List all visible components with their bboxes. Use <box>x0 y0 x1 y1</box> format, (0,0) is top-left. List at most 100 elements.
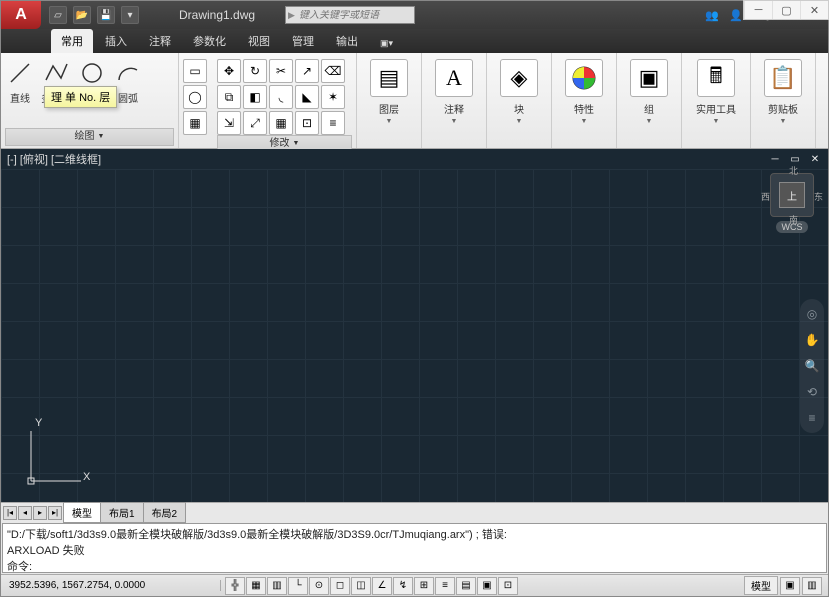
search-box[interactable]: ▶ <box>285 6 415 24</box>
ellipse-icon[interactable]: ◯ <box>183 85 207 109</box>
infocenter-icon[interactable]: 👥 <box>704 7 720 23</box>
layout-first-icon[interactable]: |◂ <box>3 506 17 520</box>
drawing-area[interactable]: [-] [俯视] [二维线框] ─ ▭ ✕ 上 北 南 东 西 WCS ◎ ✋ … <box>1 149 828 502</box>
nav-wheel-icon[interactable]: ◎ <box>803 305 821 323</box>
mirror-icon[interactable]: ◧ <box>243 85 267 109</box>
save-icon[interactable]: 💾 <box>97 6 115 24</box>
sb-grid-icon[interactable]: ▥ <box>267 577 287 595</box>
layout-last-icon[interactable]: ▸| <box>48 506 62 520</box>
nav-pan-icon[interactable]: ✋ <box>803 331 821 349</box>
ribbon-panel-group[interactable]: ▣ 组 ▼ <box>617 53 682 148</box>
line-icon[interactable] <box>5 59 35 87</box>
array-icon[interactable]: ▦ <box>269 111 293 135</box>
ribbon-panel-block[interactable]: ◈ 块 ▼ <box>487 53 552 148</box>
search-input[interactable] <box>295 10 414 21</box>
properties-icon[interactable] <box>565 59 603 97</box>
polyline-icon[interactable] <box>41 59 71 87</box>
tab-annotate[interactable]: 注释 <box>139 29 181 53</box>
scale-icon[interactable]: ⤢ <box>243 111 267 135</box>
arc-icon[interactable] <box>113 59 143 87</box>
annotate-dropdown-icon[interactable]: ▼ <box>451 118 458 125</box>
properties-dropdown-icon[interactable]: ▼ <box>581 118 588 125</box>
sb-infer-icon[interactable]: ╬ <box>225 577 245 595</box>
open-icon[interactable]: 📂 <box>73 6 91 24</box>
sb-ducs-icon[interactable]: ↯ <box>393 577 413 595</box>
hatch-icon[interactable]: ▦ <box>183 111 207 135</box>
tab-layout1[interactable]: 布局1 <box>100 502 144 523</box>
tab-manage[interactable]: 管理 <box>282 29 324 53</box>
minimize-button[interactable]: ─ <box>744 1 772 19</box>
group-icon[interactable]: ▣ <box>630 59 668 97</box>
layer-dropdown-icon[interactable]: ▼ <box>386 118 393 125</box>
stretch-icon[interactable]: ⇲ <box>217 111 241 135</box>
block-dropdown-icon[interactable]: ▼ <box>516 118 523 125</box>
nav-orbit-icon[interactable]: ⟲ <box>803 383 821 401</box>
sb-tpy-icon[interactable]: ▤ <box>456 577 476 595</box>
sb-quickview-icon[interactable]: ▣ <box>780 577 800 595</box>
erase-icon[interactable]: ⌫ <box>321 59 345 83</box>
rectangle-icon[interactable]: ▭ <box>183 59 207 83</box>
clipboard-dropdown-icon[interactable]: ▼ <box>780 118 787 125</box>
app-logo[interactable]: A <box>1 1 41 29</box>
sb-osnap-icon[interactable]: ◻ <box>330 577 350 595</box>
sb-polar-icon[interactable]: ⊙ <box>309 577 329 595</box>
sb-3dosnap-icon[interactable]: ◫ <box>351 577 371 595</box>
ribbon-panel-utilities[interactable]: 🖩 实用工具 ▼ <box>682 53 751 148</box>
extend-icon[interactable]: ↗ <box>295 59 319 83</box>
layout-next-icon[interactable]: ▸ <box>33 506 47 520</box>
explode-icon[interactable]: ✶ <box>321 85 345 109</box>
tab-view[interactable]: 视图 <box>238 29 280 53</box>
sb-dyn-icon[interactable]: ⊞ <box>414 577 434 595</box>
sb-qp-icon[interactable]: ▣ <box>477 577 497 595</box>
sb-quickview2-icon[interactable]: ▥ <box>802 577 822 595</box>
qat-more-icon[interactable]: ▾ <box>121 6 139 24</box>
viewport-label[interactable]: [-] [俯视] [二维线框] <box>7 151 768 167</box>
sb-otrack-icon[interactable]: ∠ <box>372 577 392 595</box>
ribbon-panel-clipboard[interactable]: 📋 剪贴板 ▼ <box>751 53 816 148</box>
tab-output[interactable]: 输出 <box>326 29 368 53</box>
trim-icon[interactable]: ✂ <box>269 59 293 83</box>
viewport-close-icon[interactable]: ✕ <box>808 152 822 166</box>
ribbon-panel-annotate[interactable]: A 注释 ▼ <box>422 53 487 148</box>
status-model-label[interactable]: 模型 <box>744 576 778 595</box>
tab-model[interactable]: 模型 <box>63 502 101 523</box>
utilities-icon[interactable]: 🖩 <box>697 59 735 97</box>
tab-extra-icon[interactable]: ▣▾ <box>370 34 403 53</box>
viewcube[interactable]: 上 北 南 东 西 <box>770 173 814 217</box>
sb-snap-icon[interactable]: ▦ <box>246 577 266 595</box>
close-button[interactable]: ✕ <box>800 1 828 19</box>
fillet-icon[interactable]: ◟ <box>269 85 293 109</box>
viewport-minimize-icon[interactable]: ─ <box>768 152 782 166</box>
command-line[interactable]: "D:/下载/soft1/3d3s9.0最新全模块破解版/3d3s9.0最新全模… <box>2 523 827 573</box>
align-icon[interactable]: ≡ <box>321 111 345 135</box>
offset-icon[interactable]: ⊡ <box>295 111 319 135</box>
tab-insert[interactable]: 插入 <box>95 29 137 53</box>
sb-ortho-icon[interactable]: └ <box>288 577 308 595</box>
layer-icon[interactable]: ▤ <box>370 59 408 97</box>
cmd-prompt[interactable]: 命令: <box>7 558 822 573</box>
maximize-button[interactable]: ▢ <box>772 1 800 19</box>
utilities-dropdown-icon[interactable]: ▼ <box>713 118 720 125</box>
clipboard-icon[interactable]: 📋 <box>764 59 802 97</box>
nav-showmotion-icon[interactable]: ≡ <box>803 409 821 427</box>
ribbon-panel-layer[interactable]: ▤ 图层 ▼ <box>357 53 422 148</box>
user-icon[interactable]: 👤 <box>728 7 744 23</box>
tab-layout2[interactable]: 布局2 <box>143 502 187 523</box>
rotate-icon[interactable]: ↻ <box>243 59 267 83</box>
draw-expand-icon[interactable]: ▼ <box>98 129 105 145</box>
ribbon-panel-properties[interactable]: 特性 ▼ <box>552 53 617 148</box>
tab-common[interactable]: 常用 <box>51 29 93 53</box>
chamfer-icon[interactable]: ◣ <box>295 85 319 109</box>
sb-sc-icon[interactable]: ⊡ <box>498 577 518 595</box>
viewcube-top[interactable]: 上 <box>779 182 805 208</box>
block-icon[interactable]: ◈ <box>500 59 538 97</box>
tab-parametric[interactable]: 参数化 <box>183 29 236 53</box>
layout-prev-icon[interactable]: ◂ <box>18 506 32 520</box>
sb-lwt-icon[interactable]: ≡ <box>435 577 455 595</box>
annotate-icon[interactable]: A <box>435 59 473 97</box>
circle-icon[interactable] <box>77 59 107 87</box>
nav-zoom-icon[interactable]: 🔍 <box>803 357 821 375</box>
move-icon[interactable]: ✥ <box>217 59 241 83</box>
copy-icon[interactable]: ⧉ <box>217 85 241 109</box>
new-icon[interactable]: ▱ <box>49 6 67 24</box>
